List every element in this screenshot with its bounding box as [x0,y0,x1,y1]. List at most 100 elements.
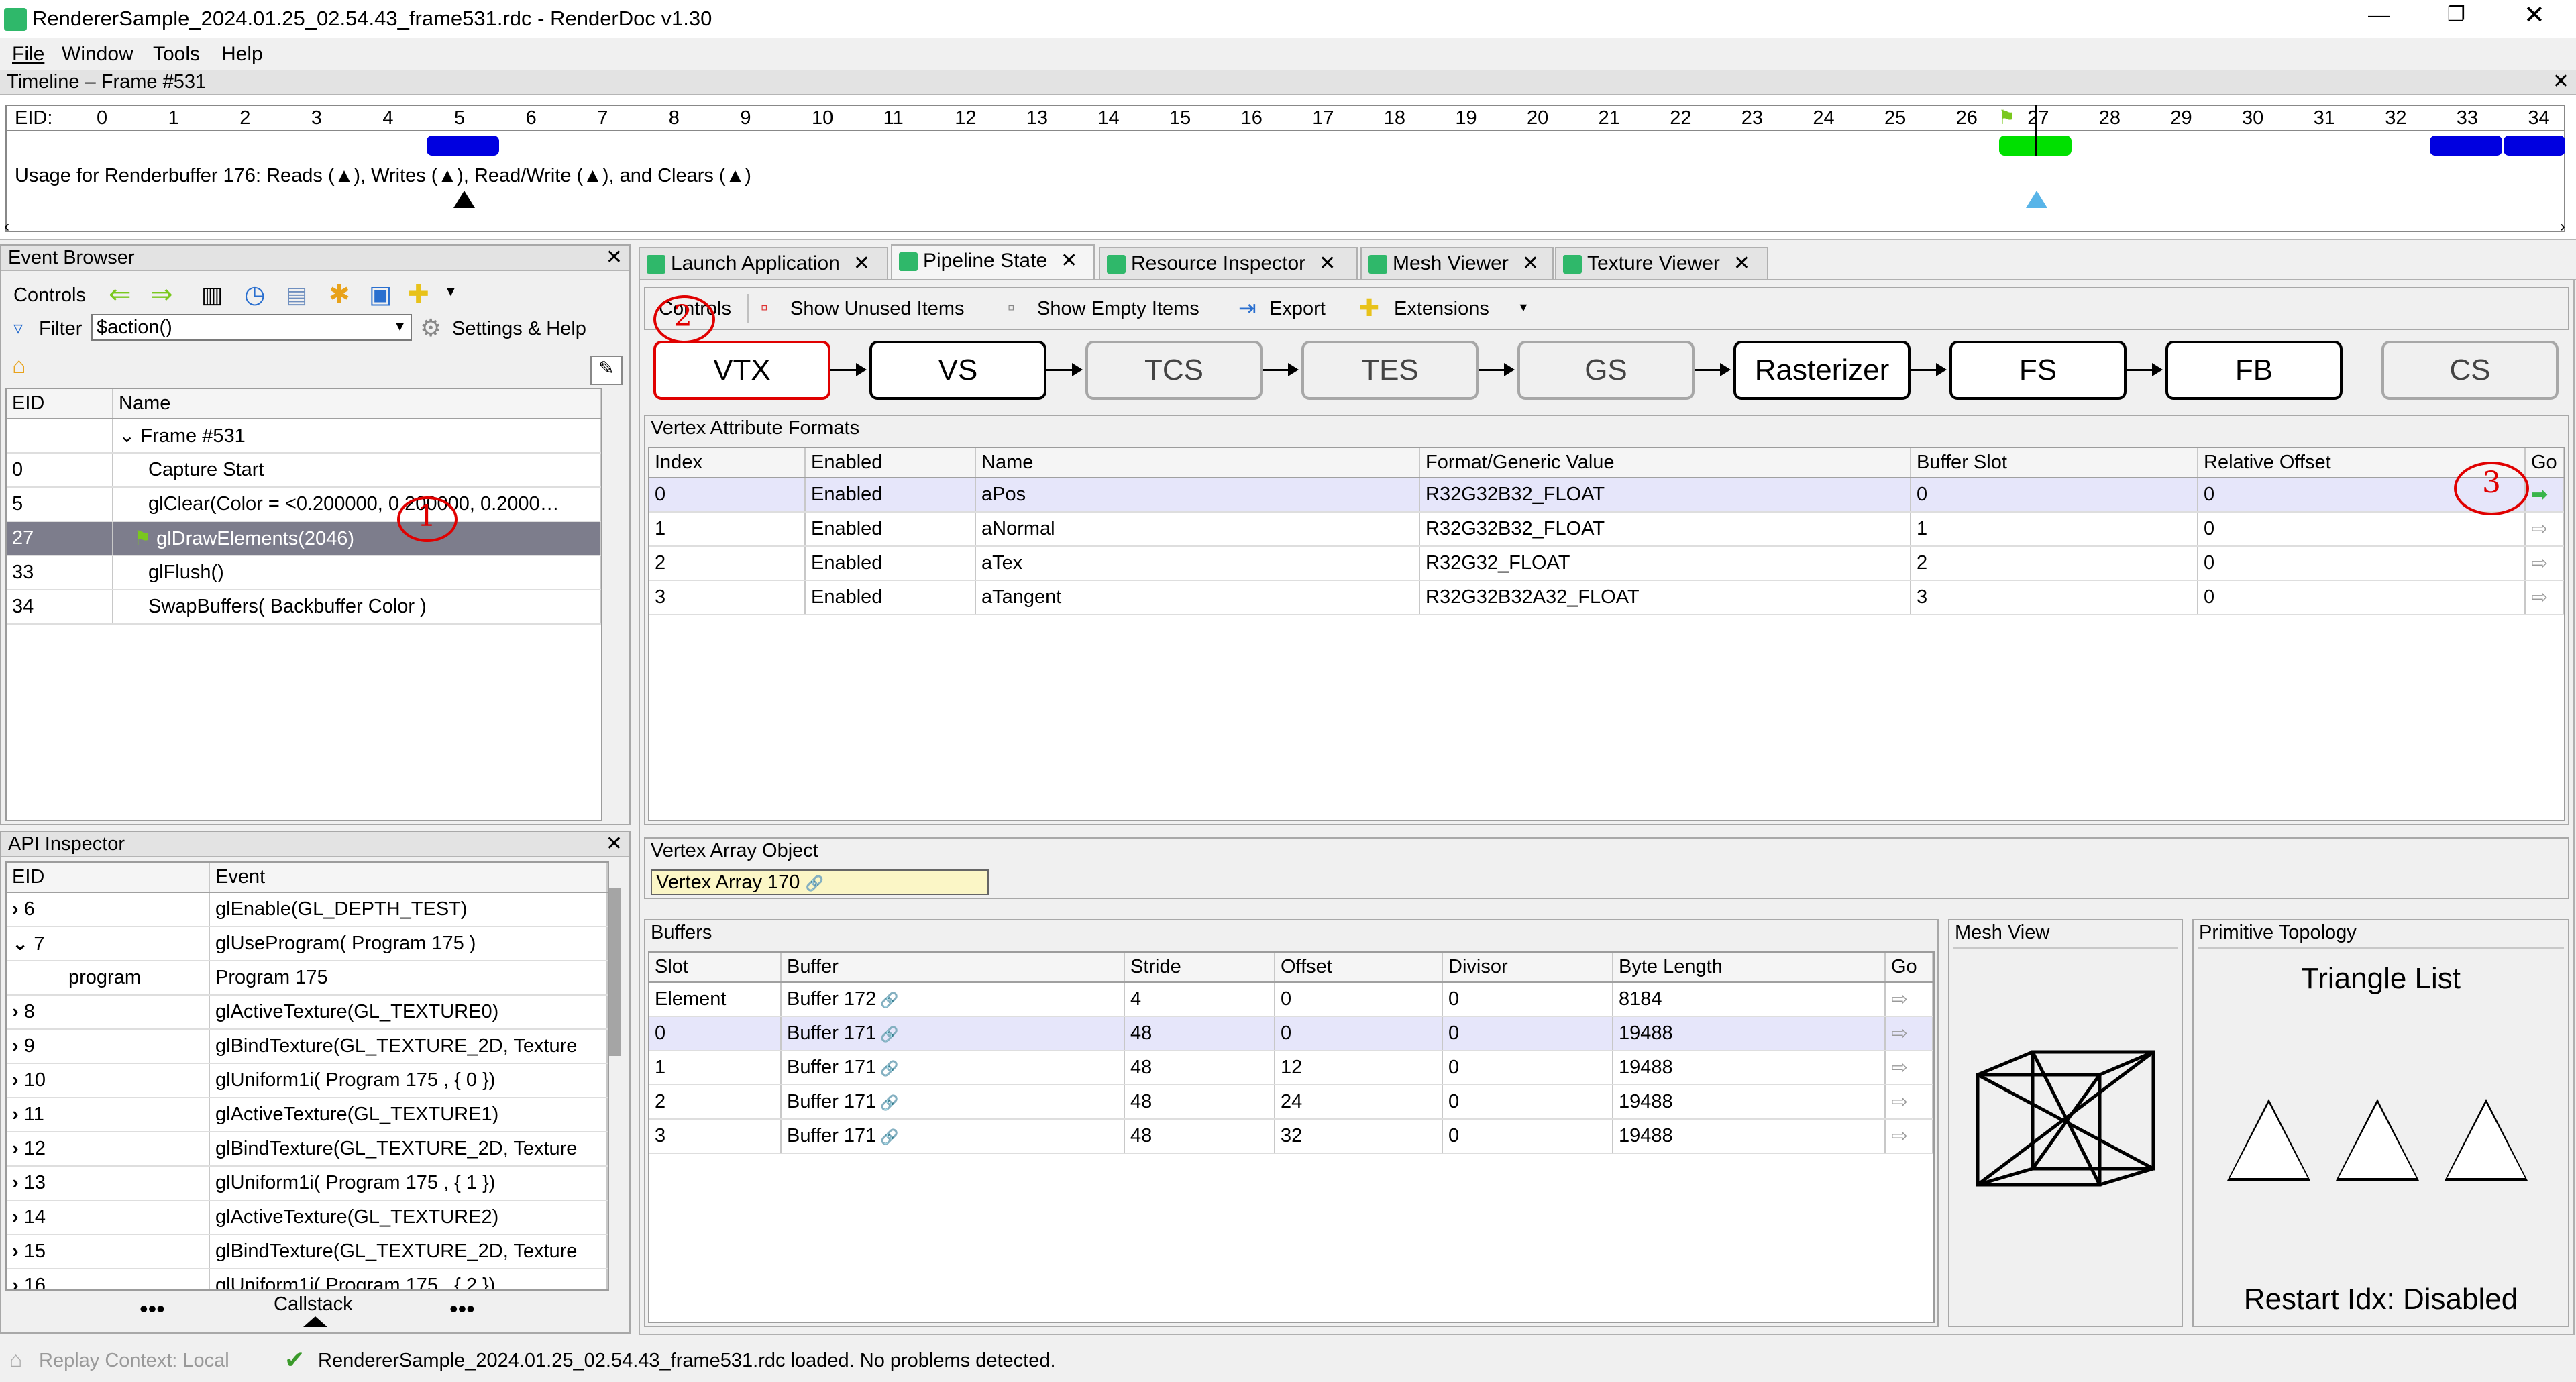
home-icon[interactable]: ⌂ [12,353,26,379]
timeline-tick-label[interactable]: 26 [1956,107,1978,129]
timer-icon[interactable]: ◷ [244,280,265,309]
stage-rasterizer[interactable]: Rasterizer [1733,341,1911,400]
link-icon[interactable]: 🔗 [876,1060,898,1077]
buffer-row[interactable]: Element Buffer 172 🔗 4 0 0 8184 ⇨ [649,982,1933,1017]
timeline-tick-label[interactable]: 2 [239,107,250,129]
timeline-scrollbar[interactable]: ‹ › [0,217,2576,235]
stage-vs[interactable]: VS [869,341,1046,400]
go-arrow-icon[interactable]: ⇨ [1885,1016,1933,1051]
timeline-tick-label[interactable]: 7 [597,107,608,129]
api-call-row[interactable]: ⌄ 7 glUseProgram( Program 175 ) [7,926,608,961]
buf-go-header[interactable]: Go [1885,953,1933,983]
va-name-header[interactable]: Name [975,448,1420,478]
tab-close-icon[interactable]: ✕ [1319,252,1336,274]
stage-fs[interactable]: FS [1949,341,2127,400]
timeline-tick-label[interactable]: 15 [1169,107,1191,129]
dropdown-icon[interactable]: ▼ [444,284,458,300]
stage-fb[interactable]: FB [2165,341,2343,400]
go-arrow-icon[interactable]: ⇨ [2525,580,2564,615]
filter-dropdown-icon[interactable]: ▼ [393,319,407,335]
menu-help[interactable]: Help [221,43,263,66]
timeline-tick-label[interactable]: 12 [955,107,976,129]
timeline-tick-label[interactable]: 25 [1884,107,1906,129]
timeline-tick-label[interactable]: 22 [1670,107,1691,129]
show-empty-items-toggle[interactable]: Show Empty Items [1037,298,1199,320]
timeline-tick-label[interactable]: 1 [168,107,179,129]
menu-window[interactable]: Window [62,43,133,66]
api-call-row[interactable]: › 8 glActiveTexture(GL_TEXTURE0) [7,995,608,1030]
tab-texture-viewer[interactable]: Texture Viewer ✕ [1555,247,1768,279]
chevron-right-icon[interactable]: › [12,1104,24,1125]
vertex-attribute-row[interactable]: 0 Enabled aPos R32G32B32_FLOAT 0 0 ➡ [649,478,2564,513]
api-call-row[interactable]: › 11 glActiveTexture(GL_TEXTURE1) [7,1098,608,1132]
timeline-tick-label[interactable]: 11 [883,107,904,129]
buffer-row[interactable]: 0 Buffer 171 🔗 48 0 0 19488 ⇨ [649,1016,1933,1051]
go-arrow-icon[interactable]: ⇨ [1885,982,1933,1017]
api-call-row[interactable]: program Program 175 [7,961,608,996]
va-go-header[interactable]: Go [2525,448,2564,478]
stage-tcs[interactable]: TCS [1085,341,1263,400]
timeline-tick-label[interactable]: 23 [1741,107,1763,129]
event-row[interactable]: 34 SwapBuffers( Backbuffer Color ) [7,590,601,625]
event-browser-close-icon[interactable]: ✕ [606,246,623,270]
buf-divisor-header[interactable]: Divisor [1442,953,1613,983]
timeline-tick-label[interactable]: 27 [2027,107,2049,129]
timeline-tick-label[interactable]: 19 [1455,107,1477,129]
api-scrollbar[interactable] [609,861,624,1291]
replay-context-label[interactable]: Replay Context: Local [39,1350,229,1372]
event-row-selected[interactable]: 27 ⚑ glDrawElements(2046) [7,521,601,556]
buf-buffer-header[interactable]: Buffer [781,953,1125,983]
buffer-row[interactable]: 3 Buffer 171 🔗 48 32 0 19488 ⇨ [649,1119,1933,1154]
event-row[interactable]: 33 glFlush() [7,555,601,590]
chart-icon[interactable]: ▤ [286,282,307,309]
extensions-icon[interactable]: ✚ [408,279,429,309]
tab-close-icon[interactable]: ✕ [853,252,870,274]
api-call-row[interactable]: › 12 glBindTexture(GL_TEXTURE_2D, Texture [7,1132,608,1167]
scroll-left-icon[interactable]: ‹ [4,217,9,236]
chevron-right-icon[interactable]: › [12,1035,24,1057]
expand-chevron-icon[interactable]: ⌄ [119,425,140,447]
chevron-right-icon[interactable]: › [12,1240,24,1262]
va-format-header[interactable]: Format/Generic Value [1419,448,1911,478]
va-buffer-slot-header[interactable]: Buffer Slot [1911,448,2198,478]
timeline-tick-label[interactable]: 9 [740,107,751,129]
bookmark-icon[interactable]: ✱ [329,279,350,309]
chevron-right-icon[interactable]: › [12,1001,24,1022]
timeline-tick-label[interactable]: 28 [2099,107,2121,129]
buffer-row[interactable]: 1 Buffer 171 🔗 48 12 0 19488 ⇨ [649,1051,1933,1085]
edit-bookmark-icon[interactable]: ✎ [590,356,623,385]
timeline-close-icon[interactable]: ✕ [2553,70,2569,94]
event-row[interactable]: ⌄ Frame #531 [7,419,601,454]
api-event-column-header[interactable]: Event [209,863,608,893]
timeline-tick-label[interactable]: 6 [526,107,537,129]
go-arrow-icon[interactable]: ⇨ [1885,1119,1933,1154]
back-arrow-icon[interactable]: ⇐ [109,279,131,310]
settings-help-button[interactable]: Settings & Help [452,318,586,340]
buf-byte-length-header[interactable]: Byte Length [1613,953,1886,983]
api-call-row[interactable]: › 16 glUniform1i( Program 175 , { 2 }) [7,1269,608,1289]
go-arrow-icon[interactable]: ⇨ [2525,512,2564,547]
tab-close-icon[interactable]: ✕ [1522,252,1539,274]
menu-file[interactable]: File [12,43,44,66]
extensions-button[interactable]: Extensions [1394,298,1489,320]
timeline-tick-label[interactable]: 24 [1813,107,1834,129]
api-scrollbar-thumb[interactable] [609,888,621,1056]
timeline-tick-label[interactable]: 30 [2242,107,2263,129]
find-icon[interactable]: ▥ [201,282,223,309]
link-icon[interactable]: 🔗 [876,1094,898,1111]
tab-mesh-viewer[interactable]: Mesh Viewer ✕ [1360,247,1554,279]
buf-offset-header[interactable]: Offset [1275,953,1443,983]
forward-arrow-icon[interactable]: ⇒ [150,279,173,310]
chevron-right-icon[interactable]: › [12,898,24,920]
buf-stride-header[interactable]: Stride [1124,953,1275,983]
minimize-icon[interactable]: — [2368,3,2390,28]
restore-icon[interactable]: ❐ [2447,3,2465,26]
scroll-right-icon[interactable]: › [2560,217,2565,236]
timeline-tick-label[interactable]: 29 [2170,107,2192,129]
stage-vtx[interactable]: VTX [653,341,830,400]
chevron-right-icon[interactable]: › [12,1172,24,1193]
buf-slot-header[interactable]: Slot [649,953,782,983]
close-window-icon[interactable]: ✕ [2524,0,2545,30]
vao-value-field[interactable]: Vertex Array 170 🔗 [651,869,989,895]
timeline-tick-label[interactable]: 0 [97,107,107,129]
